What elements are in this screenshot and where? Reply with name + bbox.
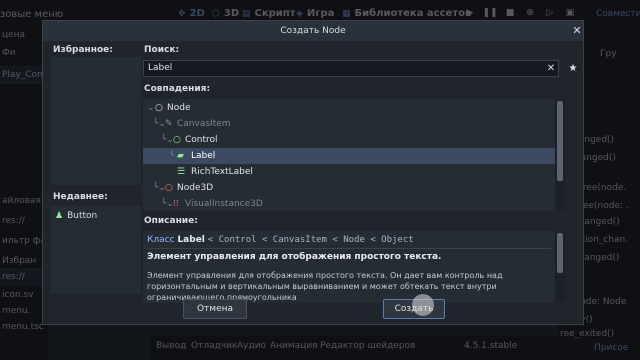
description-summary: Элемент управления для отображения прост… — [147, 252, 442, 262]
tree-row-label: Node3D — [177, 183, 214, 193]
cancel-button[interactable]: Отмена — [183, 299, 247, 319]
search-input[interactable]: Label — [143, 60, 559, 77]
tree-row-label-selected[interactable]: └ ▰ Label — [143, 148, 555, 164]
person-icon: ♟ — [55, 211, 64, 221]
description-class-line: Класс Label < Control < CanvasItem < Nod… — [147, 235, 551, 245]
search-heading: Поиск: — [144, 45, 180, 55]
create-node-dialog: Создать Node ✕ Избранное: Недавнее: ♟ Bu… — [42, 20, 584, 325]
description-divider — [147, 248, 551, 249]
tree-row-canvasitem[interactable]: └⌄ ✎ CanvasItem — [143, 116, 555, 132]
circle-icon: ○ — [165, 183, 173, 193]
clear-icon[interactable]: ✕ — [545, 61, 557, 76]
favorites-list[interactable] — [51, 57, 141, 185]
close-icon[interactable]: ✕ — [571, 24, 583, 38]
recent-item-label: Button — [67, 211, 98, 221]
richtext-icon: ☰ — [177, 167, 186, 177]
tree-row-label: Control — [185, 135, 218, 145]
recent-item-button[interactable]: ♟ Button — [55, 211, 97, 221]
matches-tree[interactable]: ⌄ ○ Node └⌄ ✎ CanvasItem └⌄ ○ Control └ … — [143, 99, 555, 211]
class-inherits[interactable]: < Control < CanvasItem < Node < Object — [208, 235, 414, 245]
description-panel: Класс Label < Control < CanvasItem < Nod… — [143, 231, 555, 303]
tree-row-control[interactable]: └⌄ ○ Control — [143, 132, 555, 148]
pencil-icon: ✎ — [165, 119, 173, 129]
tree-row-label: Node — [167, 103, 191, 113]
tree-row-richtextlabel[interactable]: ☰ RichTextLabel — [143, 164, 555, 180]
tree-row-label: VisualInstance3D — [185, 199, 263, 209]
visual-icon: ⁝⁝ — [173, 199, 179, 209]
favorites-heading: Избранное: — [53, 45, 113, 55]
circle-icon: ○ — [173, 135, 181, 145]
tree-row-label: CanvasItem — [177, 119, 231, 129]
tree-row-node[interactable]: ⌄ ○ Node — [143, 100, 555, 116]
label-icon: ▰ — [177, 151, 184, 161]
tree-row-label: RichTextLabel — [191, 167, 253, 177]
tree-row-visualinstance3d[interactable]: └⌄ ⁝⁝ VisualInstance3D — [143, 196, 555, 211]
description-heading: Описание: — [144, 216, 198, 226]
cursor-highlight — [412, 294, 434, 316]
tree-scrollbar-thumb[interactable] — [557, 101, 563, 181]
dialog-title: Создать Node — [43, 21, 583, 41]
tree-row-label: Label — [191, 151, 216, 161]
tree-row-node3d[interactable]: └⌄ ○ Node3D — [143, 180, 555, 196]
star-icon[interactable]: ★ — [565, 60, 581, 77]
class-name-link[interactable]: Label — [177, 235, 204, 245]
class-keyword: Класс — [147, 235, 175, 245]
matches-heading: Совпадения: — [144, 84, 211, 94]
circle-icon: ○ — [155, 103, 163, 113]
description-scrollbar-thumb[interactable] — [557, 233, 563, 273]
recent-heading: Недавнее: — [53, 192, 108, 202]
